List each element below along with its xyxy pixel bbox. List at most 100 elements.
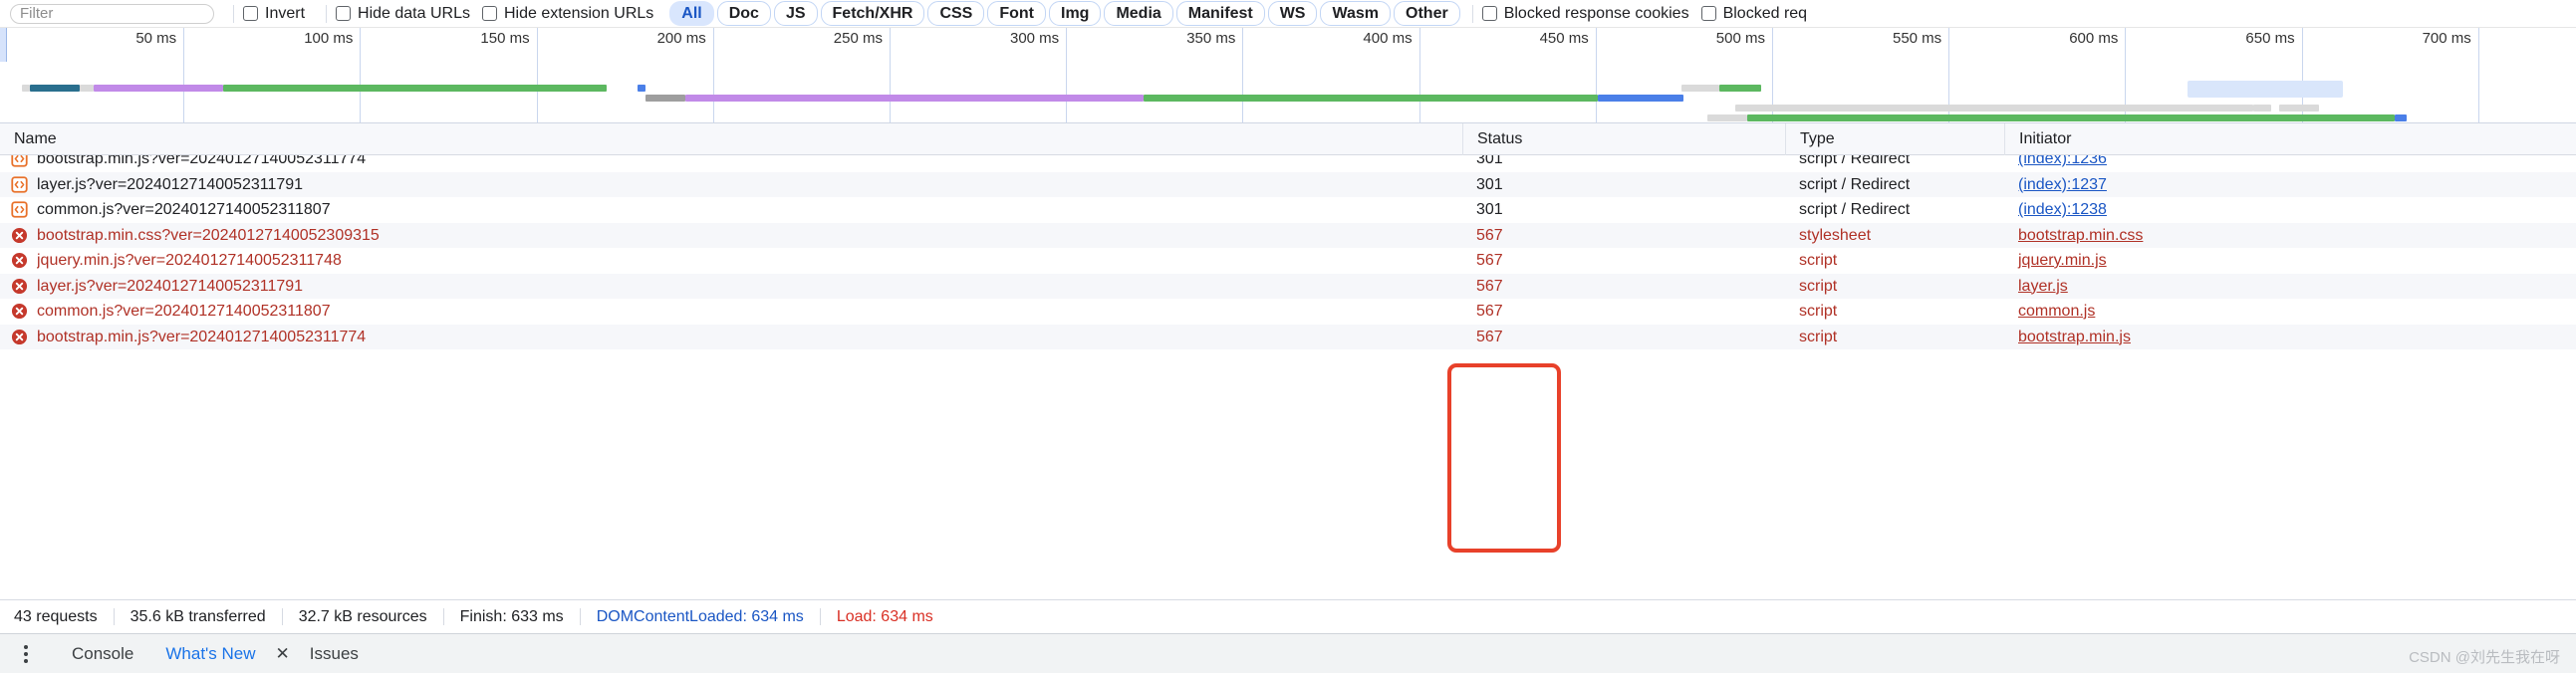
type-filter-img[interactable]: Img	[1049, 1, 1102, 26]
timeline-tick-line	[1242, 28, 1244, 122]
cell-status: 567	[1476, 226, 1503, 244]
table-row[interactable]: common.js?ver=20240127140052311807 301 scr…	[0, 197, 2576, 223]
checkbox-box-icon[interactable]	[1700, 6, 1716, 21]
type-filter-css[interactable]: CSS	[927, 1, 985, 26]
cell-initiator[interactable]: bootstrap.min.js	[2004, 325, 2576, 350]
cell-name[interactable]: layer.js?ver=20240127140052311791	[0, 172, 1462, 198]
initiator-link[interactable]: jquery.min.js	[2018, 252, 2107, 269]
cell-initiator[interactable]: common.js	[2004, 299, 2576, 325]
summary-dom-content-loaded: DOMContentLoaded: 634 ms	[596, 607, 804, 625]
type-filter-other[interactable]: Other	[1394, 1, 1460, 26]
cell-initiator[interactable]: (index):1236	[2004, 155, 2576, 172]
timeline-tick-line	[890, 28, 891, 122]
type-filter-all[interactable]: All	[669, 1, 714, 26]
script-icon	[11, 201, 28, 218]
column-header-initiator[interactable]: Initiator	[2004, 122, 2576, 155]
timeline-tick-line	[2477, 28, 2479, 122]
error-icon	[11, 227, 28, 243]
type-filter-doc[interactable]: Doc	[716, 1, 771, 26]
cell-type: script / Redirect	[1799, 175, 1911, 193]
drawer-tab-console[interactable]: Console	[56, 634, 149, 673]
request-name: bootstrap.min.js?ver=2024012714005231177…	[37, 155, 367, 167]
checkbox-box-icon[interactable]	[336, 6, 352, 21]
overview-waterfall-bar	[638, 85, 645, 92]
overview-selection-window[interactable]	[2188, 81, 2343, 98]
table-row[interactable]: bootstrap.min.js?ver=2024012714005231177…	[0, 155, 2576, 172]
initiator-link[interactable]: layer.js	[2018, 278, 2068, 295]
column-header-type[interactable]: Type	[1785, 122, 2004, 155]
checkbox-hide-data-urls[interactable]: Hide data URLs	[336, 5, 470, 23]
cell-name[interactable]: common.js?ver=20240127140052311807	[0, 299, 1462, 325]
toolbar-divider	[233, 4, 234, 23]
cell-initiator[interactable]: bootstrap.min.css	[2004, 223, 2576, 249]
cell-name[interactable]: jquery.min.js?ver=20240127140052311748	[0, 248, 1462, 274]
cell-initiator[interactable]: (index):1238	[2004, 197, 2576, 223]
initiator-link[interactable]: (index):1236	[2018, 155, 2107, 167]
checkbox-label: Hide data URLs	[358, 4, 470, 22]
type-filter-font[interactable]: Font	[987, 1, 1046, 26]
table-row[interactable]: bootstrap.min.js?ver=2024012714005231177…	[0, 324, 2576, 350]
cell-status: 567	[1476, 277, 1503, 295]
drawer-tab-whats-new[interactable]: What's New	[149, 634, 271, 673]
script-icon	[11, 155, 28, 167]
cell-name[interactable]: layer.js?ver=20240127140052311791	[0, 274, 1462, 300]
initiator-link[interactable]: common.js	[2018, 303, 2095, 320]
cell-initiator[interactable]: jquery.min.js	[2004, 248, 2576, 274]
timeline-tick-label: 650 ms	[2245, 30, 2295, 47]
cell-name[interactable]: bootstrap.min.js?ver=2024012714005231177…	[0, 155, 1462, 172]
initiator-link[interactable]: (index):1238	[2018, 201, 2107, 218]
close-icon[interactable]: ✕	[272, 634, 294, 673]
cell-type: script	[1799, 303, 1838, 320]
table-row[interactable]: bootstrap.min.css?ver=202401271400523093…	[0, 222, 2576, 249]
checkbox-blocked-response-cookies[interactable]: Blocked response cookies	[1481, 5, 1689, 23]
network-summary-bar: 43 requests 35.6 kB transferred 32.7 kB …	[0, 599, 2576, 633]
type-filter-js[interactable]: JS	[773, 1, 818, 26]
checkbox-invert[interactable]: Invert	[243, 5, 305, 23]
type-filter-fetch-xhr[interactable]: Fetch/XHR	[820, 1, 925, 26]
timeline-tick-label: 550 ms	[1892, 30, 1942, 47]
cell-initiator[interactable]: layer.js	[2004, 274, 2576, 300]
column-header-status[interactable]: Status	[1462, 122, 1785, 155]
checkbox-box-icon[interactable]	[481, 6, 497, 21]
summary-resources: 32.7 kB resources	[298, 607, 427, 625]
initiator-link[interactable]: (index):1237	[2018, 176, 2107, 193]
drawer-tab-issues[interactable]: Issues	[294, 634, 375, 673]
column-header-name[interactable]: Name	[0, 123, 1462, 155]
type-filter-media[interactable]: Media	[1104, 1, 1173, 26]
initiator-link[interactable]: bootstrap.min.css	[2018, 227, 2143, 244]
timeline-tick-label: 300 ms	[1009, 30, 1060, 47]
initiator-link[interactable]: bootstrap.min.js	[2018, 329, 2131, 345]
cell-name[interactable]: bootstrap.min.css?ver=202401271400523093…	[0, 223, 1462, 249]
timeline-tick-label: 250 ms	[833, 30, 883, 47]
checkbox-box-icon[interactable]	[243, 6, 258, 21]
type-filter-ws[interactable]: WS	[1267, 1, 1318, 26]
requests-table-body[interactable]: bootstrap.min.js?ver=2024012714005231177…	[0, 155, 2576, 599]
type-filter-manifest[interactable]: Manifest	[1175, 1, 1265, 26]
more-options-icon[interactable]	[14, 642, 38, 666]
filter-input[interactable]	[10, 3, 214, 24]
table-row[interactable]: layer.js?ver=20240127140052311791 567 scri…	[0, 273, 2576, 300]
devtools-drawer-tabbar: Console What's New ✕ Issues CSDN @刘先生我在呀	[0, 633, 2576, 673]
table-row[interactable]: layer.js?ver=20240127140052311791 301 scri…	[0, 171, 2576, 198]
network-overview-timeline[interactable]: 50 ms 100 ms 150 ms 200 ms 250 ms 300 ms 350 m…	[0, 28, 2576, 123]
overview-waterfall-bar	[94, 85, 223, 92]
timeline-tick-line	[360, 28, 362, 122]
table-row[interactable]: common.js?ver=20240127140052311807 567 scr…	[0, 299, 2576, 325]
cell-name[interactable]: common.js?ver=20240127140052311807	[0, 197, 1462, 223]
cell-initiator[interactable]: (index):1237	[2004, 172, 2576, 198]
overview-waterfall-bar	[80, 85, 94, 92]
network-filter-toolbar: Invert Hide data URLs Hide extension URL…	[0, 0, 2576, 28]
cell-status: 567	[1476, 252, 1503, 269]
checkbox-hide-extension-urls[interactable]: Hide extension URLs	[481, 5, 653, 23]
checkbox-blocked-requests[interactable]: Blocked req	[1700, 5, 1807, 23]
overview-waterfall-bar	[1735, 105, 2253, 112]
timeline-tick-line	[712, 28, 714, 122]
table-row[interactable]: jquery.min.js?ver=20240127140052311748 56…	[0, 248, 2576, 274]
cell-name[interactable]: bootstrap.min.js?ver=2024012714005231177…	[0, 325, 1462, 350]
cell-type: script / Redirect	[1799, 155, 1911, 167]
toolbar-divider	[326, 4, 328, 23]
type-filter-wasm[interactable]: Wasm	[1320, 1, 1392, 26]
overview-waterfall-bar	[2253, 105, 2271, 112]
timeline-tick-label: 450 ms	[1539, 30, 1589, 47]
checkbox-box-icon[interactable]	[1481, 6, 1497, 21]
